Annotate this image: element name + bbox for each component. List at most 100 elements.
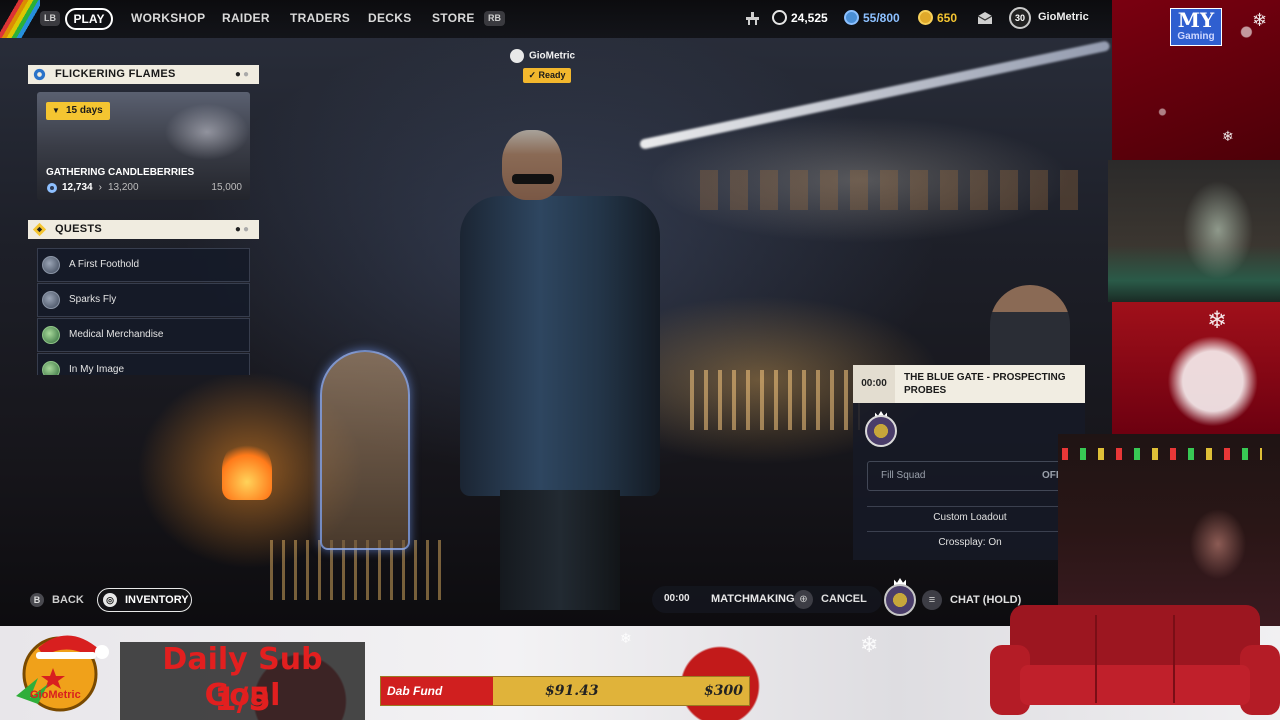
dab-fund-label: Dab Fund: [387, 684, 443, 698]
tab-play[interactable]: PLAY: [65, 8, 113, 30]
logo-brand-text: GioMetric: [30, 689, 81, 701]
light-beam: [638, 40, 1111, 150]
squad-slot-avatar[interactable]: [865, 415, 897, 447]
bunting-decoration: [700, 170, 1080, 210]
quest-label: In My Image: [69, 364, 125, 375]
player-character: [460, 130, 680, 610]
dab-fund-goal-bar: Dab Fund $91.43 $300: [380, 676, 750, 706]
red-couch-decoration: [990, 605, 1280, 715]
fire-brazier: [222, 440, 272, 500]
quest-label: Sparks Fly: [69, 294, 117, 305]
raider-icon: [42, 291, 60, 309]
matchmaking-bar: 00:00 MATCHMAKING ⊕ CANCEL: [652, 586, 882, 613]
workbench-icon[interactable]: [745, 11, 760, 26]
trader-icon: [42, 361, 60, 375]
channel-logo-panel: MY Gaming ❄ ❄: [1112, 0, 1280, 160]
snowflake-icon: ❄: [1252, 10, 1268, 30]
tab-workshop[interactable]: WORKSHOP: [131, 11, 205, 25]
raider-icon: [42, 256, 60, 274]
credits-icon: [772, 10, 787, 25]
quest-label: Medical Merchandise: [69, 329, 164, 340]
giometric-logo: GioMetric: [16, 635, 109, 712]
player-nameplate: GioMetric: [510, 49, 575, 63]
quest-item[interactable]: Sparks Fly: [37, 283, 250, 317]
my-gaming-logo: MY Gaming: [1170, 8, 1222, 46]
tab-store[interactable]: STORE: [432, 11, 475, 25]
rb-button-icon[interactable]: RB: [484, 11, 505, 26]
quests-panel-header[interactable]: QUESTS ●●: [28, 220, 259, 239]
daily-sub-goal: Daily Sub Goal 1/5: [120, 642, 365, 720]
dab-fund-target: $300: [704, 683, 743, 699]
dab-fund-label-box: Dab Fund: [381, 677, 493, 705]
raider-tokens-value: 55/800: [863, 11, 900, 25]
event-panel-header[interactable]: FLICKERING FLAMES ●●: [28, 65, 259, 84]
squad-leader-avatar[interactable]: [884, 584, 916, 616]
progress-current: 12,734: [62, 182, 93, 193]
christmas-lights: [1062, 448, 1262, 460]
coins-value: 650: [937, 11, 958, 25]
days-left-badge: 15 days: [46, 102, 110, 120]
mail-icon[interactable]: [977, 11, 993, 25]
tab-decks[interactable]: DECKS: [368, 11, 412, 25]
menu-button-icon[interactable]: ≡: [922, 590, 942, 610]
character-head: [502, 130, 562, 200]
candleberry-icon: [47, 183, 57, 193]
tab-raider[interactable]: RAIDER: [222, 11, 270, 25]
fill-squad-toggle[interactable]: Fill Squad OFF: [867, 461, 1073, 491]
webcam-feed-desk: [1108, 160, 1280, 302]
character-legs: [500, 490, 620, 610]
player-name: GioMetric: [529, 50, 576, 62]
background-npc: [990, 285, 1070, 375]
quest-label: A First Foothold: [69, 259, 140, 270]
mission-title: THE BLUE GATE - PROSPECTING PROBES: [904, 372, 1066, 396]
player-avatar-icon: [510, 49, 524, 63]
matchmaking-timer: 00:00: [664, 593, 690, 604]
character-body: [460, 196, 660, 496]
custom-loadout-button[interactable]: Custom Loadout: [867, 506, 1073, 530]
b-button-icon[interactable]: B: [30, 593, 44, 607]
event-card[interactable]: 15 days GATHERING CANDLEBERRIES 12,734›1…: [37, 92, 250, 200]
quest-item[interactable]: A First Foothold: [37, 248, 250, 282]
quest-list: A First Foothold Sparks Fly Medical Merc…: [37, 248, 250, 375]
top-navigation: LB PLAY WORKSHOP RAIDER TRADERS DECKS ST…: [0, 0, 1112, 38]
player-level-badge: 30: [1009, 7, 1031, 29]
back-button[interactable]: BACK: [52, 594, 84, 606]
quest-diamond-icon: [32, 222, 47, 237]
snowflake-icon: ❄: [620, 630, 632, 646]
dab-fund-amount: $91.43: [545, 683, 599, 699]
pagination-dots[interactable]: ●●: [235, 220, 251, 239]
tab-traders[interactable]: TRADERS: [290, 11, 350, 25]
quest-item[interactable]: In My Image: [37, 353, 250, 375]
quest-item[interactable]: Medical Merchandise: [37, 318, 250, 352]
snowflake-icon: ❄: [860, 632, 879, 657]
candles-decoration: [690, 370, 860, 430]
snowflake-icon: ❄: [1222, 128, 1234, 144]
credits-value: 24,525: [791, 11, 828, 25]
crossplay-toggle[interactable]: Crossplay: On: [867, 531, 1073, 555]
fill-squad-label: Fill Squad: [881, 470, 926, 481]
snow-decoration-panel: ❄: [1112, 302, 1280, 434]
ready-status-badge: ✓ Ready: [523, 68, 571, 83]
pagination-dots[interactable]: ●●: [235, 65, 251, 84]
character-sunglasses: [512, 174, 554, 184]
coins-icon: [918, 10, 933, 25]
chevron-right-icon: ›: [98, 182, 102, 193]
event-progress: 12,734 › 13,200 15,000: [46, 182, 242, 193]
cancel-button-icon[interactable]: ⊕: [794, 590, 813, 609]
username[interactable]: GioMetric: [1038, 11, 1089, 23]
rainbow-decoration: [0, 0, 40, 38]
snowflake-icon: ❄: [1207, 307, 1228, 334]
view-button-icon: ◎: [103, 593, 117, 607]
progress-next: 13,200: [107, 182, 139, 193]
sub-goal-count: 1/5: [214, 680, 271, 718]
logo-subtext: Gaming: [1177, 31, 1215, 42]
mission-header[interactable]: 00:00 THE BLUE GATE - PROSPECTING PROBES: [853, 365, 1085, 403]
cancel-button[interactable]: CANCEL: [821, 593, 867, 605]
inventory-button[interactable]: ◎ INVENTORY: [97, 588, 192, 612]
mission-timer: 00:00: [853, 365, 895, 403]
matchmaking-status: MATCHMAKING: [711, 593, 795, 605]
trader-icon: [42, 326, 60, 344]
quests-title: QUESTS: [55, 223, 103, 235]
lb-button-icon[interactable]: LB: [40, 11, 60, 26]
inventory-label: INVENTORY: [125, 594, 189, 606]
